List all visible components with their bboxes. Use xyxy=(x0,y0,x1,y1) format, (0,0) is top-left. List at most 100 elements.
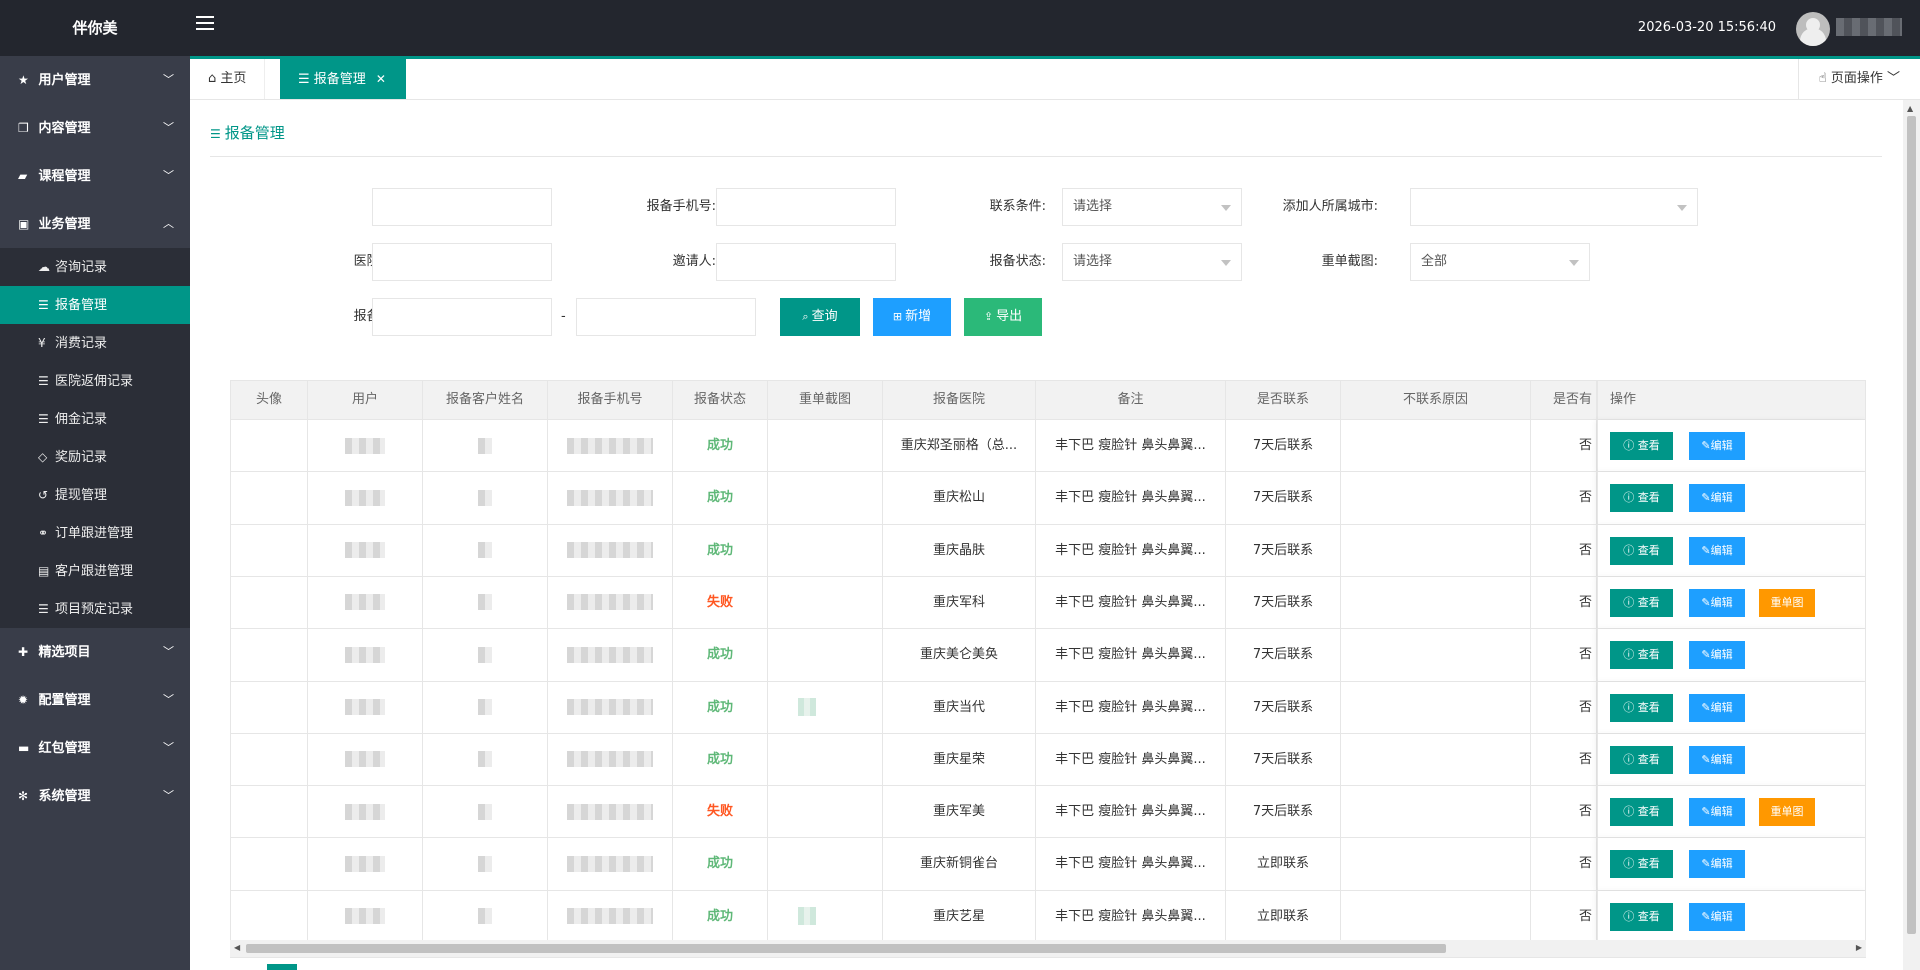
query-button[interactable]: ⌕ 查询 xyxy=(780,298,860,336)
info-icon: ⓘ xyxy=(1623,805,1635,819)
tab-home[interactable]: ⌂ 主页 xyxy=(190,59,266,99)
link-icon: ⚭ xyxy=(38,526,49,540)
view-button[interactable]: ⓘ 查看 xyxy=(1610,484,1673,513)
view-button[interactable]: ⓘ 查看 xyxy=(1610,850,1673,879)
customer-name-cell xyxy=(423,629,548,682)
sidebar-item-commission[interactable]: ☰ 佣金记录 xyxy=(0,400,190,438)
edit-button[interactable]: ✎编辑 xyxy=(1689,432,1745,460)
view-button[interactable]: ⓘ 查看 xyxy=(1610,641,1673,670)
no-contact-reason-cell xyxy=(1341,472,1531,525)
scrollbar-thumb[interactable] xyxy=(246,944,1446,953)
sidebar-item-consult[interactable]: ☁ 咨询记录 xyxy=(0,248,190,286)
tab-current-label: 报备管理 xyxy=(313,72,366,87)
sidebar-item-report[interactable]: ☰ 报备管理 xyxy=(0,286,190,324)
contact-select[interactable]: 请选择 xyxy=(1062,188,1242,226)
arrow-right-icon[interactable]: ▶ xyxy=(1856,943,1862,952)
top-bar: 伴你美 2026-03-20 15:56:40 xyxy=(0,0,1920,56)
edit-button[interactable]: ✎编辑 xyxy=(1689,536,1745,565)
sidebar-item-consume[interactable]: ¥ 消费记录 xyxy=(0,324,190,362)
hospital-input[interactable] xyxy=(372,243,552,281)
duplicate-image-label: 重单图 xyxy=(1770,595,1804,609)
vertical-scrollbar[interactable]: ▲ xyxy=(1903,100,1920,970)
sidebar-item-customer-follow[interactable]: ▤ 客户跟进管理 xyxy=(0,552,190,590)
arrow-left-icon[interactable]: ◀ xyxy=(234,943,240,952)
status-select[interactable]: 请选择 xyxy=(1062,243,1242,281)
phone-input[interactable] xyxy=(716,188,896,226)
edit-button[interactable]: ✎编辑 xyxy=(1689,745,1745,774)
app-logo[interactable]: 伴你美 xyxy=(0,0,190,56)
sidebar-group-config[interactable]: ✹ 配置管理 ﹀ xyxy=(0,676,190,724)
inviter-input[interactable] xyxy=(716,243,896,281)
screenshot-thumbnail[interactable] xyxy=(798,698,816,716)
duplicate-image-button[interactable]: 重单图 xyxy=(1759,588,1815,617)
flag-text: 否 xyxy=(1578,804,1592,820)
hospital-text: 重庆星荣 xyxy=(932,751,985,767)
sidebar-item-project-booking[interactable]: ☰ 项目预定记录 xyxy=(0,590,190,628)
sidebar-item-order-follow[interactable]: ⚭ 订单跟进管理 xyxy=(0,514,190,552)
screenshot-thumbnail[interactable] xyxy=(798,907,816,926)
hospital-cell: 重庆当代 xyxy=(883,681,1036,734)
city-select[interactable] xyxy=(1410,188,1698,226)
view-button[interactable]: ⓘ 查看 xyxy=(1610,798,1673,827)
sidebar-group-course[interactable]: ▰ 课程管理 ﹀ xyxy=(0,152,190,200)
edit-button-label: 编辑 xyxy=(1710,491,1733,505)
edit-button[interactable]: ✎编辑 xyxy=(1689,484,1745,513)
sidebar-group-user[interactable]: ★ 用户管理 ﹀ xyxy=(0,56,190,104)
remark-cell: 丰下巴 瘦脸针 鼻头鼻翼... xyxy=(1036,629,1226,682)
flag-text: 否 xyxy=(1578,647,1592,663)
view-button[interactable]: ⓘ 查看 xyxy=(1610,745,1673,774)
sidebar-group-featured[interactable]: ✚ 精选项目 ﹀ xyxy=(0,628,190,676)
edit-button[interactable]: ✎编辑 xyxy=(1689,798,1745,827)
arrow-up-icon[interactable]: ▲ xyxy=(1907,104,1913,113)
sidebar-group-label: 课程管理 xyxy=(38,169,91,184)
chevron-down-icon: ﹀ xyxy=(163,789,174,802)
screenshot-select[interactable]: 全部 xyxy=(1410,243,1590,281)
phone-cell xyxy=(548,472,673,525)
sidebar-item-hospital-rebate[interactable]: ☰ 医院返佣记录 xyxy=(0,362,190,400)
redacted-text xyxy=(345,751,385,768)
sidebar-item-label: 奖励记录 xyxy=(55,450,108,465)
customer-name-cell xyxy=(423,420,548,472)
tab-report-management[interactable]: ☰ 报备管理 ✕ xyxy=(280,59,406,99)
view-button[interactable]: ⓘ 查看 xyxy=(1610,693,1673,722)
time-end-input[interactable] xyxy=(576,298,756,336)
divider xyxy=(210,156,1882,157)
edit-button[interactable]: ✎编辑 xyxy=(1689,693,1745,722)
edit-button[interactable]: ✎编辑 xyxy=(1689,641,1745,670)
sidebar-group-system[interactable]: ✻ 系统管理 ﹀ xyxy=(0,772,190,820)
sidebar-group-redpacket[interactable]: ▬ 红包管理 ﹀ xyxy=(0,724,190,772)
edit-button[interactable]: ✎编辑 xyxy=(1689,588,1745,617)
page-operations-dropdown[interactable]: ☝ 页面操作 ﹀ xyxy=(1797,59,1920,99)
duplicate-image-button[interactable]: 重单图 xyxy=(1759,798,1815,827)
scrollbar-thumb[interactable] xyxy=(1907,116,1916,934)
menu-toggle-icon[interactable] xyxy=(196,16,214,32)
screenshot-cell xyxy=(768,890,883,943)
add-button[interactable]: ⊞ 新增 xyxy=(873,298,951,336)
view-button[interactable]: ⓘ 查看 xyxy=(1610,536,1673,565)
view-button[interactable]: ⓘ 查看 xyxy=(1610,432,1673,460)
contact-text: 立即联系 xyxy=(1256,908,1309,924)
sidebar-item-reward[interactable]: ◇ 奖励记录 xyxy=(0,438,190,476)
customer-name-cell xyxy=(423,733,548,786)
name-input[interactable] xyxy=(372,188,552,226)
edit-button[interactable]: ✎编辑 xyxy=(1689,902,1745,931)
export-button[interactable]: ⇪ 导出 xyxy=(964,298,1042,336)
sidebar-group-label: 业务管理 xyxy=(38,217,91,232)
table-header-cell: 报备状态 xyxy=(673,381,768,419)
time-start-input[interactable] xyxy=(372,298,552,336)
view-button[interactable]: ⓘ 查看 xyxy=(1610,588,1673,617)
username-redacted[interactable] xyxy=(1836,18,1902,36)
horizontal-scrollbar[interactable]: ◀ ▶ xyxy=(230,940,1866,957)
view-button[interactable]: ⓘ 查看 xyxy=(1610,902,1673,931)
user-avatar[interactable] xyxy=(1796,12,1830,46)
view-button-label: 查看 xyxy=(1637,700,1660,714)
remark-text: 丰下巴 瘦脸针 鼻头鼻翼... xyxy=(1055,647,1206,663)
sidebar-group-business[interactable]: ▣ 业务管理 ︿ xyxy=(0,200,190,248)
pagination-current[interactable] xyxy=(267,964,297,970)
sidebar-group-content[interactable]: ❐ 内容管理 ﹀ xyxy=(0,104,190,152)
redacted-text xyxy=(345,489,385,506)
status-select-value: 请选择 xyxy=(1073,254,1113,269)
close-icon[interactable]: ✕ xyxy=(376,72,386,86)
sidebar-item-withdraw[interactable]: ↺ 提现管理 xyxy=(0,476,190,514)
edit-button[interactable]: ✎编辑 xyxy=(1689,850,1745,879)
